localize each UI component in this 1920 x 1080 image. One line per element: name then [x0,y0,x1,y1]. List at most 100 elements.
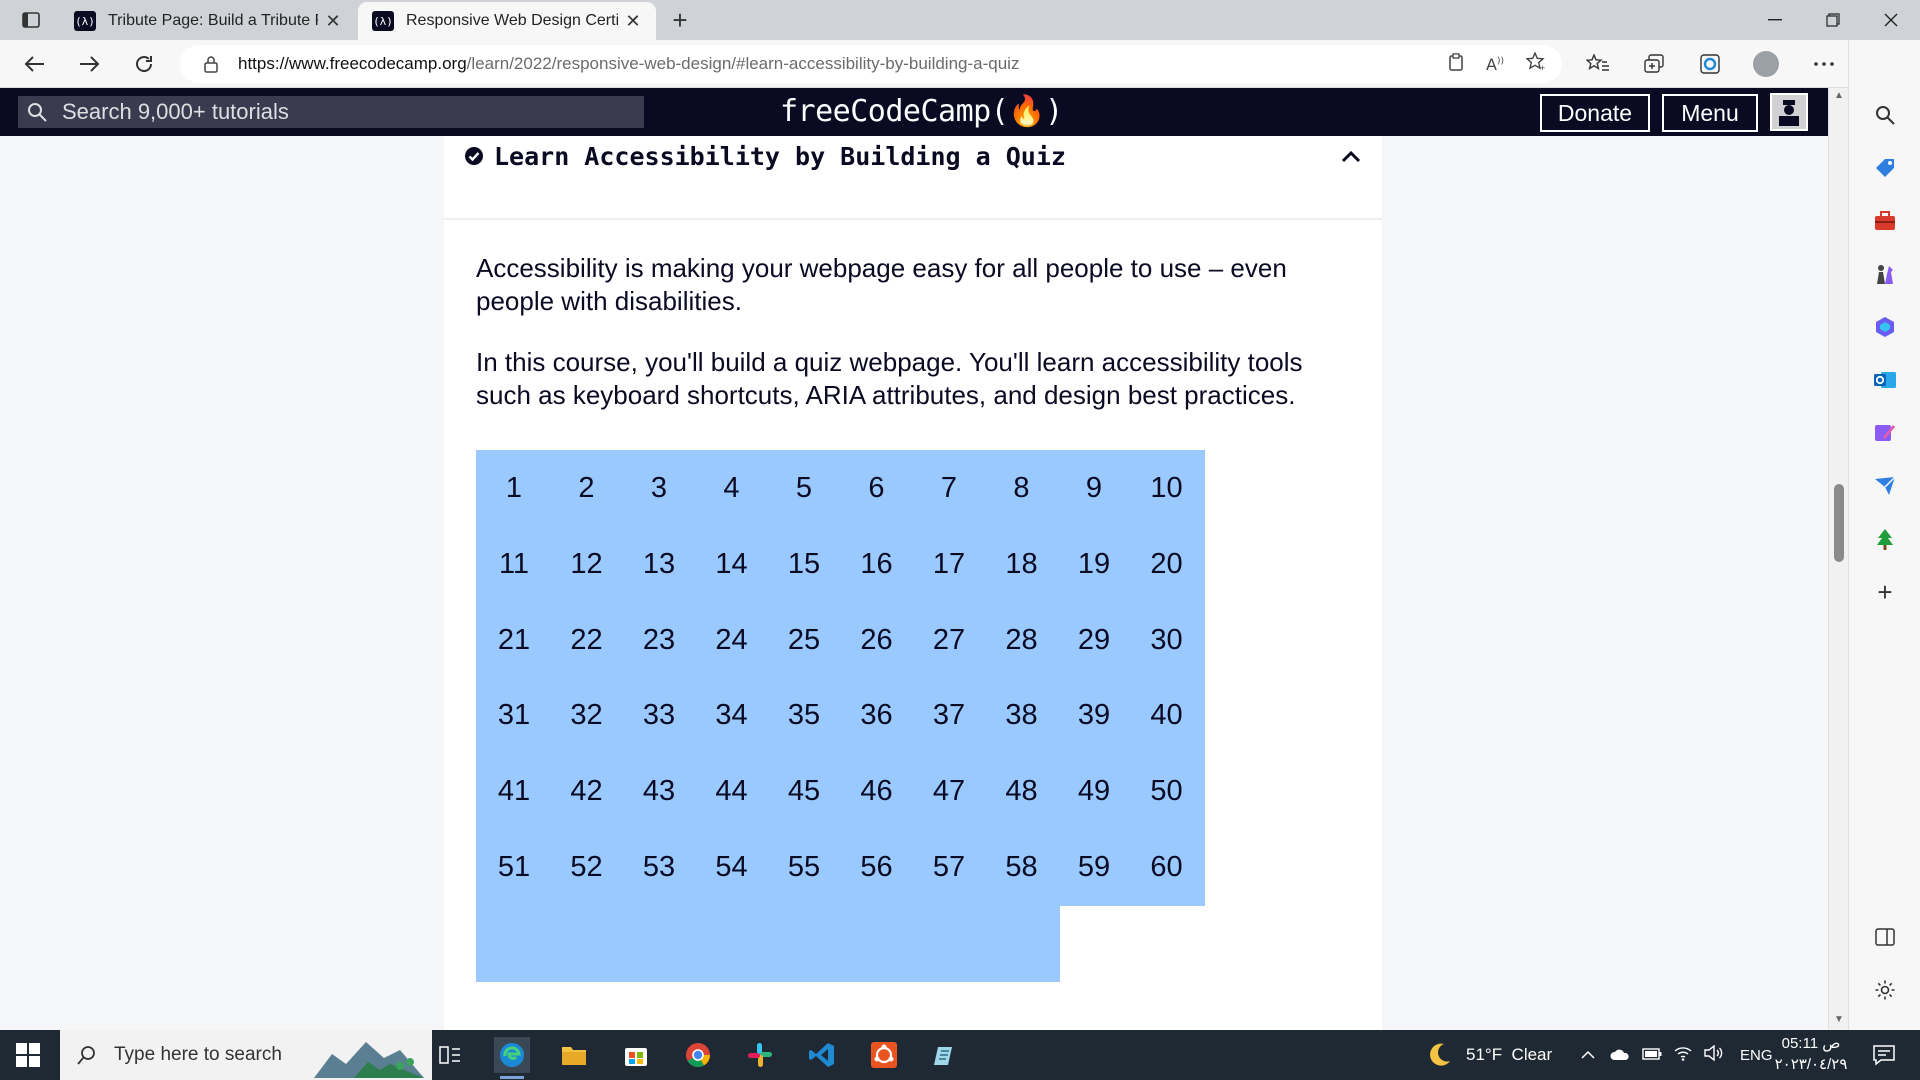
step-button-39[interactable]: 39 [1056,677,1132,755]
step-button-65[interactable] [766,904,842,982]
close-tab-icon[interactable]: ✕ [624,11,642,32]
games-chess-icon[interactable] [1870,259,1900,289]
step-button-62[interactable] [548,904,625,982]
maximize-icon[interactable] [1804,0,1862,40]
windows-start-icon[interactable] [16,1043,40,1067]
step-button-34[interactable]: 34 [693,677,770,755]
step-button-30[interactable]: 30 [1128,601,1205,679]
tree-icon[interactable] [1870,524,1900,554]
step-button-25[interactable]: 25 [766,601,842,679]
sidebar-layout-icon[interactable] [1870,922,1900,952]
edge-taskbar-icon[interactable] [494,1037,530,1079]
step-button-22[interactable]: 22 [548,601,625,679]
scrollbar-thumb[interactable] [1834,484,1844,562]
read-aloud-icon[interactable]: A)) [1486,55,1504,74]
outlook-icon[interactable] [1870,365,1900,395]
scroll-up-icon[interactable]: ▲ [1834,90,1844,101]
new-tab-button[interactable]: + [664,6,696,34]
vscode-icon[interactable] [804,1037,840,1073]
taskbar-search-input[interactable]: Type here to search [60,1030,432,1080]
step-button-16[interactable]: 16 [838,525,915,603]
notifications-icon[interactable] [1866,1037,1902,1073]
step-button-41[interactable]: 41 [476,753,552,831]
file-explorer-icon[interactable] [556,1037,592,1073]
step-button-44[interactable]: 44 [693,753,770,831]
settings-gear-icon[interactable] [1870,975,1900,1005]
step-button-19[interactable]: 19 [1056,525,1132,603]
page-scrollbar[interactable]: ▲ ▼ [1828,88,1848,1030]
microsoft-store-icon[interactable] [618,1037,654,1073]
system-tray-icons[interactable]: ENG [1580,1030,1773,1080]
step-button-13[interactable]: 13 [621,525,697,603]
step-button-46[interactable]: 46 [838,753,915,831]
step-button-4[interactable]: 4 [693,450,770,527]
step-button-27[interactable]: 27 [911,601,987,679]
profile-avatar[interactable] [1746,46,1786,82]
block-header[interactable]: Learn Accessibility by Building a Quiz [444,136,1382,220]
step-button-55[interactable]: 55 [766,829,842,906]
onedrive-icon[interactable] [1610,1045,1630,1065]
taskbar-clock[interactable]: 05:11 ص ٢٠٢٣/٠٤/٢٩ [1766,1033,1856,1075]
back-icon[interactable] [14,46,54,82]
step-button-53[interactable]: 53 [621,829,697,906]
step-button-28[interactable]: 28 [983,601,1060,679]
task-view-icon[interactable] [432,1037,468,1073]
chevron-up-icon[interactable] [1340,148,1362,166]
search-icon[interactable] [1870,100,1900,130]
step-button-59[interactable]: 59 [1056,829,1132,906]
step-button-51[interactable]: 51 [476,829,552,906]
step-button-14[interactable]: 14 [693,525,770,603]
volume-icon[interactable] [1704,1044,1724,1066]
step-button-2[interactable]: 2 [548,450,625,527]
tab-tribute-page[interactable]: (λ) Tribute Page: Build a Tribute Page ✕ [60,2,356,40]
step-button-18[interactable]: 18 [983,525,1060,603]
step-button-40[interactable]: 40 [1128,677,1205,755]
step-button-37[interactable]: 37 [911,677,987,755]
step-button-57[interactable]: 57 [911,829,987,906]
step-button-49[interactable]: 49 [1056,753,1132,831]
step-button-15[interactable]: 15 [766,525,842,603]
step-button-3[interactable]: 3 [621,450,697,527]
address-bar[interactable]: https://www.freecodecamp.org/learn/2022/… [180,45,1562,83]
step-button-24[interactable]: 24 [693,601,770,679]
step-button-11[interactable]: 11 [476,525,552,603]
ubuntu-icon[interactable] [866,1037,902,1073]
step-button-56[interactable]: 56 [838,829,915,906]
step-button-67[interactable] [911,904,987,982]
battery-icon[interactable] [1642,1045,1662,1065]
tab-actions-icon[interactable] [14,8,48,32]
step-button-21[interactable]: 21 [476,601,552,679]
step-button-36[interactable]: 36 [838,677,915,755]
step-button-26[interactable]: 26 [838,601,915,679]
add-favorite-icon[interactable]: + [1525,50,1548,77]
step-button-20[interactable]: 20 [1128,525,1205,603]
drop-send-icon[interactable] [1870,471,1900,501]
step-button-43[interactable]: 43 [621,753,697,831]
refresh-icon[interactable] [124,46,164,82]
close-window-icon[interactable] [1862,0,1920,40]
menu-button[interactable]: Menu [1662,94,1758,132]
step-button-9[interactable]: 9 [1056,450,1132,527]
chrome-icon[interactable] [680,1037,716,1073]
notepad-icon[interactable] [928,1037,964,1073]
step-button-50[interactable]: 50 [1128,753,1205,831]
donate-button[interactable]: Donate [1540,94,1650,132]
weather-widget[interactable]: 51°F Clear [1424,1030,1552,1080]
forward-icon[interactable] [70,46,110,82]
step-button-38[interactable]: 38 [983,677,1060,755]
step-button-60[interactable]: 60 [1128,829,1205,906]
tab-responsive-web-design[interactable]: (λ) Responsive Web Design Certification … [358,2,656,40]
step-button-33[interactable]: 33 [621,677,697,755]
step-button-64[interactable] [693,904,770,982]
step-button-12[interactable]: 12 [548,525,625,603]
step-button-1[interactable]: 1 [476,450,552,527]
collections-icon[interactable] [1634,46,1674,82]
step-button-7[interactable]: 7 [911,450,987,527]
lock-icon[interactable] [202,55,220,73]
user-avatar[interactable] [1770,93,1808,131]
step-button-23[interactable]: 23 [621,601,697,679]
step-button-58[interactable]: 58 [983,829,1060,906]
step-button-52[interactable]: 52 [548,829,625,906]
close-tab-icon[interactable]: ✕ [324,11,342,32]
slack-icon[interactable] [742,1037,778,1073]
